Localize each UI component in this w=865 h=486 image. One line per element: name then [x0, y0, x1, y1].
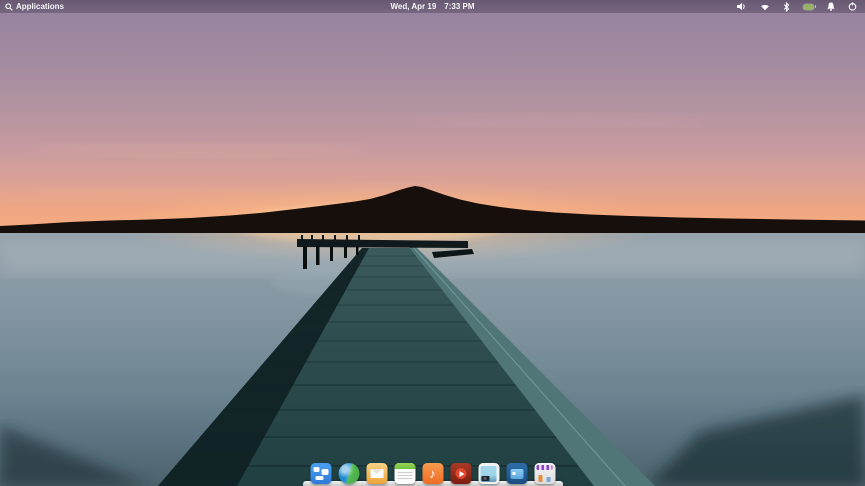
bluetooth-icon — [783, 1, 790, 12]
wallpaper-artwork — [0, 114, 865, 486]
videos-icon[interactable] — [450, 463, 471, 484]
battery-indicator[interactable] — [803, 0, 816, 13]
session-indicator[interactable] — [848, 0, 857, 13]
applications-menu-label: Applications — [16, 2, 65, 11]
panel-date: Wed, Apr 19 — [390, 2, 437, 11]
web-browser-icon[interactable] — [338, 463, 359, 484]
panel-time: 7:33 PM — [444, 2, 475, 11]
network-indicator[interactable] — [760, 0, 770, 13]
battery-full-icon — [803, 3, 816, 10]
display-settings-icon[interactable] — [506, 463, 527, 484]
system-indicators — [737, 0, 865, 13]
bell-icon — [827, 2, 835, 11]
applications-menu[interactable]: Applications — [0, 0, 64, 13]
calendar-icon[interactable] — [394, 463, 415, 484]
mail-icon[interactable] — [366, 463, 387, 484]
multitasking-view-icon[interactable] — [310, 463, 331, 484]
speaker-icon — [737, 2, 745, 11]
plank-dock: ♪ — [302, 460, 563, 486]
sound-indicator[interactable] — [737, 0, 747, 13]
photos-icon[interactable] — [478, 463, 499, 484]
search-icon — [5, 2, 13, 11]
appcenter-icon[interactable] — [534, 463, 555, 484]
music-icon[interactable]: ♪ — [422, 463, 443, 484]
notifications-indicator[interactable] — [827, 0, 835, 13]
power-icon — [848, 2, 857, 11]
top-panel: Applications Wed, Apr 19 7:33 PM — [0, 0, 865, 13]
dock-items: ♪ — [310, 463, 555, 484]
desktop-screen: Applications Wed, Apr 19 7:33 PM ♪ — [0, 0, 865, 486]
bluetooth-indicator[interactable] — [783, 0, 790, 13]
wallpaper-pier-sunset — [0, 0, 865, 486]
wifi-icon — [761, 4, 769, 10]
datetime-indicator[interactable]: Wed, Apr 19 7:33 PM — [390, 0, 474, 13]
